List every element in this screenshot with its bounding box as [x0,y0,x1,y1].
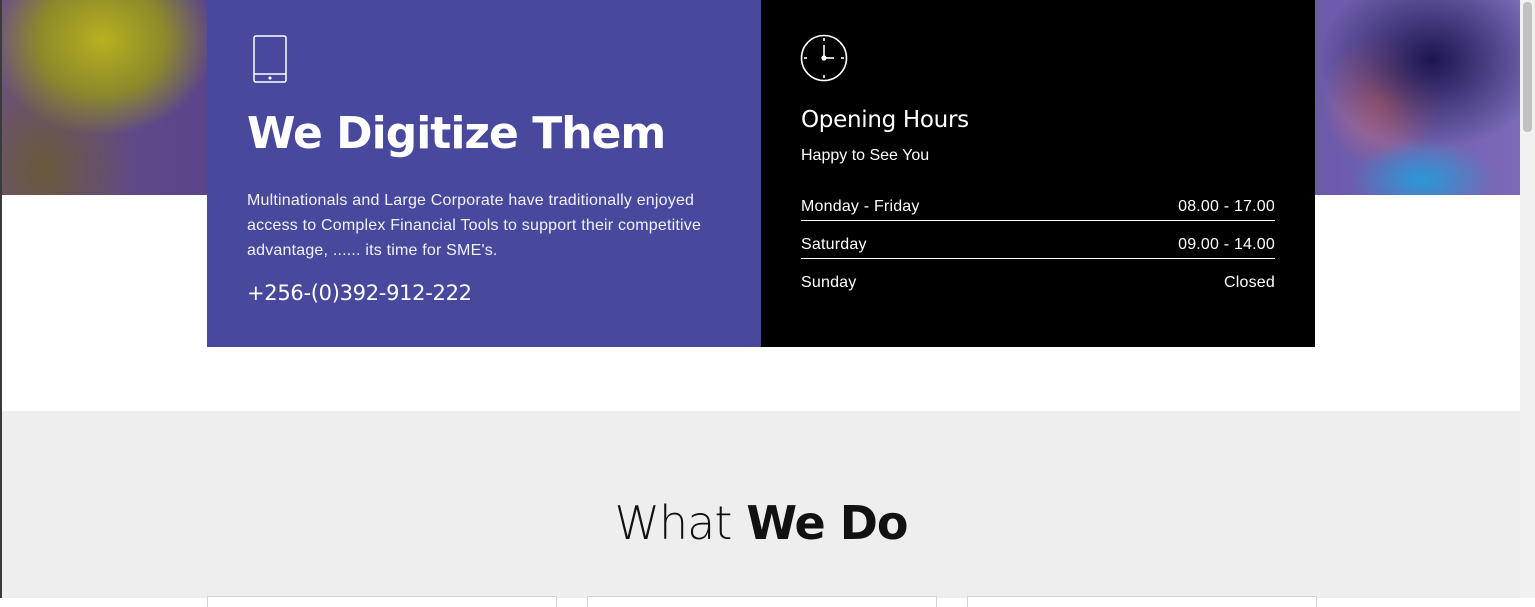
vertical-scrollbar[interactable] [1520,0,1535,598]
hours-row-weekdays: Monday - Friday 08.00 - 17.00 [801,193,1275,221]
window-edge [0,0,2,598]
heading-bold-part: We Do [746,496,908,550]
hours-day: Monday - Friday [801,198,920,215]
tablet-icon [253,35,287,83]
hours-day: Sunday [801,274,857,291]
what-we-do-heading: What We Do [2,495,1520,551]
hours-list: Monday - Friday 08.00 - 17.00 Saturday 0… [801,193,1275,306]
digitize-description: Multinationals and Large Corporate have … [247,192,702,259]
hours-time: Closed [1223,274,1275,291]
digitize-card: We Digitize Them Multinationals and Larg… [207,0,761,347]
opening-hours-subtitle: Happy to See You [801,147,930,164]
digitize-title: We Digitize Them [247,108,666,159]
opening-hours-card: Opening Hours Happy to See You Monday - … [761,0,1315,347]
hours-row-saturday: Saturday 09.00 - 14.00 [801,231,1275,259]
clock-icon [800,34,848,82]
hours-day: Saturday [801,236,867,253]
heading-light-part: What [614,496,733,550]
hours-row-sunday: Sunday Closed [801,269,1275,296]
opening-hours-title: Opening Hours [801,107,969,133]
hours-time: 09.00 - 14.00 [1178,236,1275,253]
what-we-do-section: What We Do [2,411,1520,607]
scrollbar-thumb[interactable] [1523,2,1532,132]
hours-time: 08.00 - 17.00 [1178,198,1275,215]
phone-number[interactable]: +256-(0)392-912-222 [247,278,472,308]
